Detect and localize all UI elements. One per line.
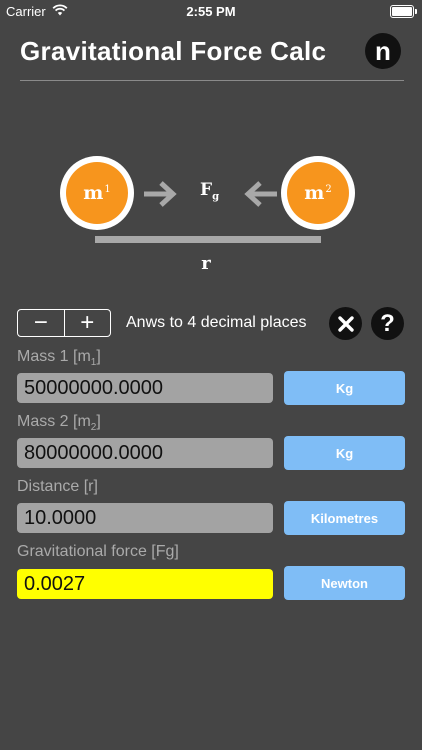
mass2-ball: m2 bbox=[281, 156, 355, 230]
distance-label: r bbox=[201, 253, 211, 274]
mass1-input[interactable]: 50000000.0000 bbox=[17, 373, 273, 403]
arrow-right-icon bbox=[144, 181, 177, 207]
increment-button[interactable]: + bbox=[63, 310, 111, 336]
arrow-left-icon bbox=[244, 181, 277, 207]
decimals-stepper[interactable]: − + bbox=[17, 309, 111, 337]
force-unit-button[interactable]: Newton bbox=[284, 566, 405, 600]
mass2-label: Mass 2 [m2] bbox=[17, 413, 101, 433]
clock-time: 2:55 PM bbox=[186, 4, 236, 19]
force-diagram: m1 Fg m2 r bbox=[0, 150, 422, 280]
mass1-unit-button[interactable]: Kg bbox=[284, 371, 405, 405]
help-button[interactable]: ? bbox=[371, 307, 404, 340]
decimals-label: Anws to 4 decimal places bbox=[126, 314, 307, 331]
info-button[interactable]: n bbox=[365, 33, 401, 69]
mass1-index: 1 bbox=[104, 183, 111, 195]
decrement-button[interactable]: − bbox=[18, 310, 64, 336]
force-letter: F bbox=[200, 180, 213, 200]
force-result-field[interactable]: 0.0027 bbox=[17, 569, 273, 599]
distance-label-field: Distance [r] bbox=[17, 478, 98, 495]
mass1-label: Mass 1 [m1] bbox=[17, 348, 101, 368]
status-bar: Carrier 2:55 PM bbox=[0, 0, 422, 22]
distance-bar bbox=[95, 236, 321, 243]
battery-icon bbox=[390, 5, 417, 18]
distance-unit-button[interactable]: Kilometres bbox=[284, 501, 405, 535]
mass1-symbol: m bbox=[83, 182, 104, 204]
header-divider bbox=[20, 80, 404, 81]
mass2-symbol: m bbox=[304, 182, 325, 204]
mass2-unit-button[interactable]: Kg bbox=[284, 436, 405, 470]
force-index: g bbox=[212, 191, 220, 203]
distance-input[interactable]: 10.0000 bbox=[17, 503, 273, 533]
mass2-label-close: ] bbox=[96, 413, 101, 430]
mass1-label-close: ] bbox=[96, 348, 101, 365]
mass2-input[interactable]: 80000000.0000 bbox=[17, 438, 273, 468]
mass1-ball: m1 bbox=[60, 156, 134, 230]
mass1-label-text: Mass 1 [m bbox=[17, 348, 91, 365]
page-title: Gravitational Force Calc bbox=[20, 36, 327, 66]
close-icon bbox=[337, 315, 354, 332]
force-symbol: Fg bbox=[200, 180, 219, 202]
mass2-index: 2 bbox=[325, 183, 332, 195]
clear-button[interactable] bbox=[329, 307, 362, 340]
mass2-label-text: Mass 2 [m bbox=[17, 413, 91, 430]
force-label: Gravitational force [Fg] bbox=[17, 543, 179, 560]
